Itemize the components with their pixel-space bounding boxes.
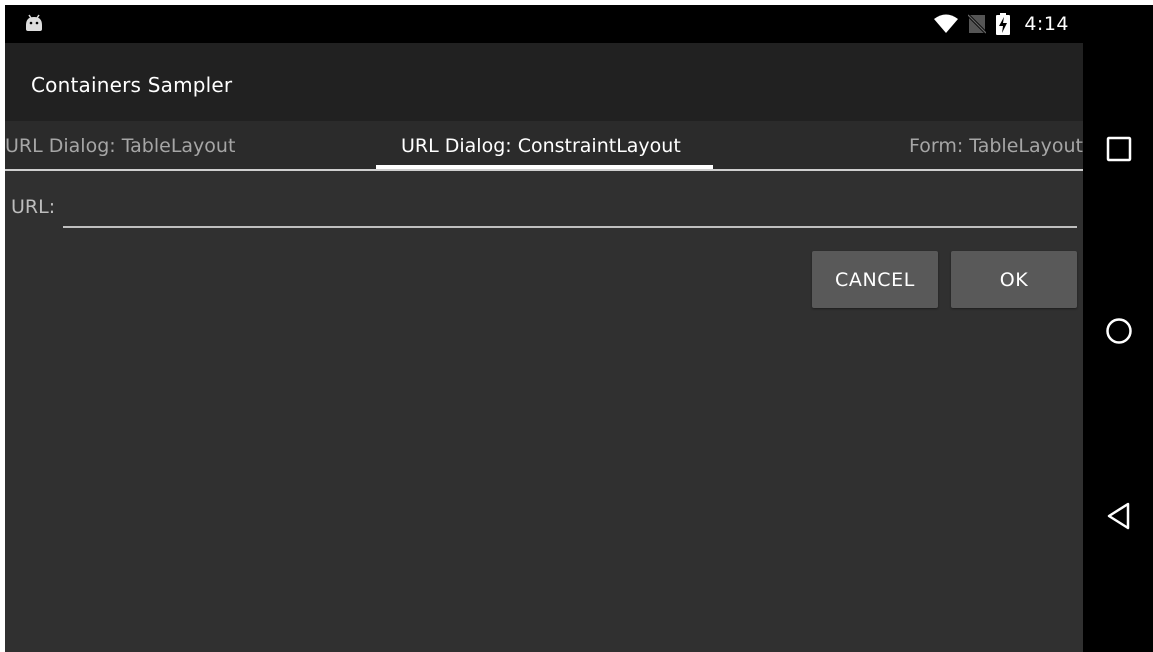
wifi-icon [934, 14, 959, 33]
back-button[interactable] [1100, 497, 1138, 535]
app-bar: Containers Sampler [5, 43, 1083, 121]
app-title: Containers Sampler [31, 73, 233, 97]
status-bar: 4:14 [5, 5, 1083, 43]
recents-button[interactable] [1100, 130, 1138, 168]
android-notification-icon [26, 14, 42, 31]
battery-charging-icon [996, 13, 1011, 35]
app-screen: 4:14 Containers Sampler URL Dialog: Tabl… [5, 5, 1083, 652]
status-icons: 4:14 [934, 5, 1069, 43]
url-label: URL: [11, 196, 56, 218]
home-circle-icon [1106, 318, 1132, 344]
ok-button[interactable]: OK [951, 251, 1077, 308]
home-button[interactable] [1100, 312, 1138, 350]
clock-time: 4:14 [1024, 13, 1069, 35]
device-frame: 4:14 Containers Sampler URL Dialog: Tabl… [5, 5, 1153, 652]
recents-square-icon [1106, 136, 1132, 162]
tab-bar-divider [5, 169, 1083, 171]
navigation-bar [1083, 5, 1153, 652]
tab-url-dialog-constraintlayout[interactable]: URL Dialog: ConstraintLayout [401, 121, 681, 171]
tab-form-tablelayout[interactable]: Form: TableLayout [909, 121, 1083, 171]
back-triangle-icon [1107, 502, 1130, 530]
tab-url-dialog-tablelayout[interactable]: URL Dialog: TableLayout [5, 121, 235, 171]
url-input[interactable] [63, 190, 1077, 228]
cancel-button[interactable]: CANCEL [812, 251, 938, 308]
no-sim-icon [968, 14, 987, 34]
tab-bar: URL Dialog: TableLayout URL Dialog: Cons… [5, 121, 1083, 171]
